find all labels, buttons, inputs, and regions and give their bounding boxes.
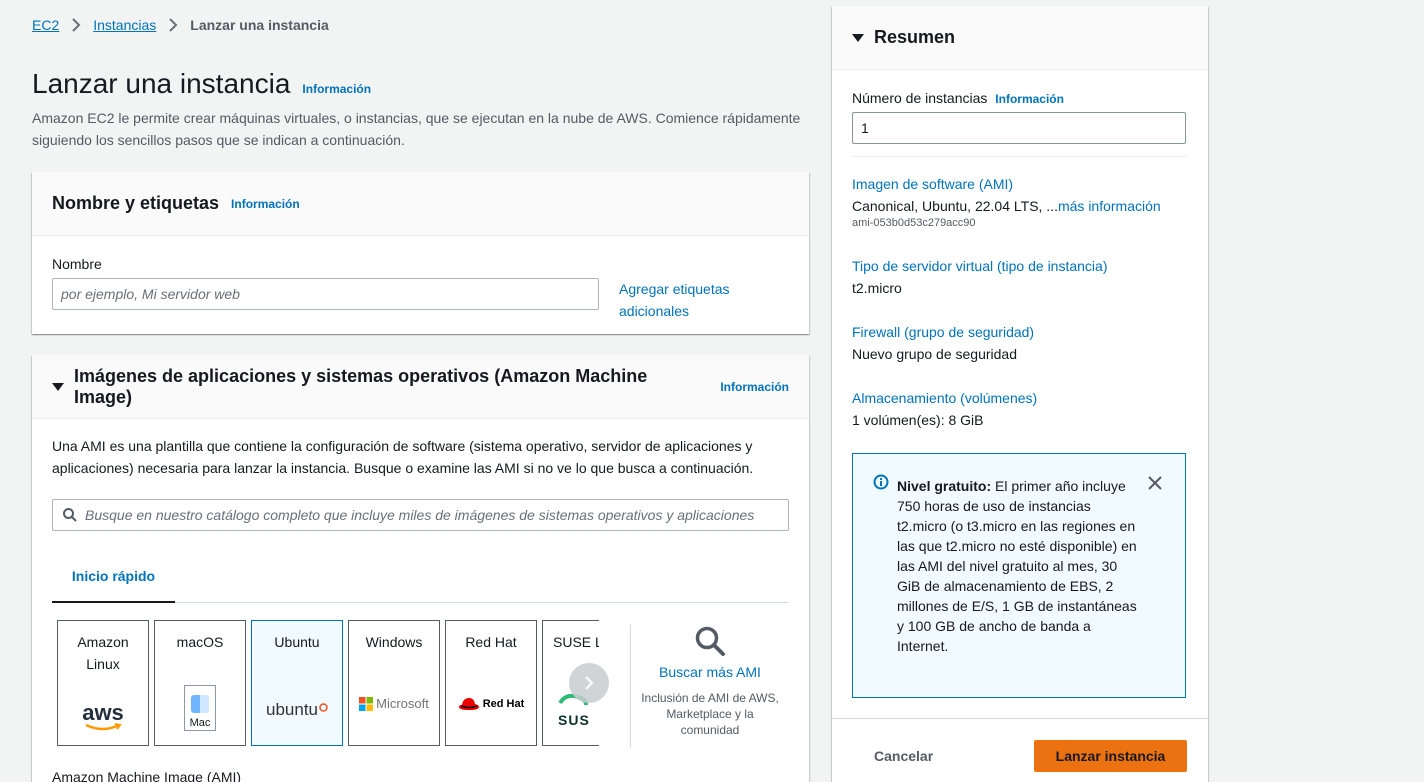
ami-description: Una AMI es una plantilla que contiene la…: [52, 438, 754, 476]
search-icon: [63, 508, 77, 522]
cancel-button[interactable]: Cancelar: [874, 748, 933, 764]
summary-ami-value-text: Canonical, Ubuntu, 22.04 LTS, ...: [852, 198, 1058, 214]
redhat-logo-icon: Red Hat: [446, 693, 536, 715]
browse-more-ami-link[interactable]: Buscar más AMI: [640, 664, 780, 680]
chevron-right-icon: [584, 675, 594, 691]
page-title-text: Lanzar una instancia: [32, 68, 291, 99]
ami-panel-header[interactable]: Imágenes de aplicaciones y sistemas oper…: [32, 355, 809, 419]
divider: [630, 625, 631, 747]
name-input[interactable]: por ejemplo, Mi servidor web: [52, 278, 599, 310]
free-tier-bold: Nivel gratuito:: [897, 478, 992, 494]
os-card-label: Red Hat: [465, 634, 517, 650]
summary-title: Resumen: [874, 27, 956, 47]
summary-header[interactable]: Resumen: [832, 6, 1208, 70]
close-icon[interactable]: [1148, 476, 1162, 490]
chevron-right-icon: [168, 18, 178, 32]
name-label: Nombre: [52, 256, 102, 272]
page-title: Lanzar una instancia Información: [32, 68, 371, 100]
summary-ami-value: Canonical, Ubuntu, 22.04 LTS, ...más inf…: [852, 198, 1192, 214]
summary-storage-link[interactable]: Almacenamiento (volúmenes): [852, 390, 1037, 406]
os-card-label: Amazon Linux: [77, 634, 129, 672]
ami-search-input[interactable]: Busque en nuestro catálogo completo que …: [52, 499, 789, 531]
os-card-label: Windows: [365, 634, 423, 650]
instances-info-link[interactable]: Información: [995, 92, 1064, 106]
summary-instance-type: Tipo de servidor virtual (tipo de instan…: [852, 258, 1108, 296]
caret-down-icon: [852, 33, 864, 42]
os-card-redhat[interactable]: Red Hat Red Hat: [445, 620, 537, 746]
divider: [852, 156, 1186, 157]
breadcrumb-instances-link[interactable]: Instancias: [93, 17, 156, 33]
free-tier-alert: Nivel gratuito: El primer año incluye 75…: [852, 453, 1186, 698]
instances-count-label: Número de instancias Información: [852, 90, 1064, 106]
launch-instance-button[interactable]: Lanzar instancia: [1034, 740, 1187, 772]
os-card-label: SUSE Li: [553, 634, 599, 650]
aws-logo-icon: aws: [58, 702, 148, 731]
summary-instance-type-link[interactable]: Tipo de servidor virtual (tipo de instan…: [852, 258, 1108, 274]
summary-firewall-link[interactable]: Firewall (grupo de seguridad): [852, 324, 1034, 340]
mac-finder-icon: Mac: [155, 685, 245, 731]
ami-tabs: Inicio rápido: [52, 551, 789, 603]
chevron-right-icon: [71, 18, 81, 32]
summary-ami-link[interactable]: Imagen de software (AMI): [852, 176, 1192, 192]
os-card-label: macOS: [176, 634, 224, 650]
summary-ami: Imagen de software (AMI) Canonical, Ubun…: [852, 176, 1192, 229]
carousel-next-button[interactable]: [569, 663, 609, 703]
summary-firewall: Firewall (grupo de seguridad) Nuevo grup…: [852, 324, 1034, 362]
name-panel-header: Nombre y etiquetas Información: [32, 172, 809, 236]
summary-storage-value: 1 volúmen(es): 8 GiB: [852, 412, 984, 428]
ami-panel-title: Imágenes de aplicaciones y sistemas oper…: [74, 365, 648, 407]
os-card-windows[interactable]: Windows Microsoft: [348, 620, 440, 746]
browse-more-ami[interactable]: Buscar más AMI Inclusión de AMI de AWS, …: [640, 625, 780, 738]
page-description: Amazon EC2 le permite crear máquinas vir…: [32, 110, 801, 148]
ami-search-placeholder: Busque en nuestro catálogo completo que …: [85, 507, 755, 523]
name-input-placeholder: por ejemplo, Mi servidor web: [61, 286, 240, 302]
search-icon: [694, 625, 726, 657]
ubuntu-logo-icon: ubuntu: [252, 699, 342, 721]
microsoft-logo-icon: Microsoft: [349, 693, 439, 715]
instances-count-label-text: Número de instancias: [852, 90, 988, 106]
ami-panel: Imágenes de aplicaciones y sistemas oper…: [32, 355, 809, 782]
os-card-amazon-linux[interactable]: Amazon Linux aws: [57, 620, 149, 746]
instances-count-input[interactable]: 1: [852, 112, 1186, 144]
name-and-tags-panel: Nombre y etiquetas Información Nombre po…: [32, 172, 809, 334]
breadcrumb-ec2-link[interactable]: EC2: [32, 17, 59, 33]
divider: [832, 718, 1208, 719]
browse-more-ami-description: Inclusión de AMI de AWS, Marketplace y l…: [641, 691, 779, 737]
name-panel-title: Nombre y etiquetas: [52, 193, 220, 213]
summary-firewall-value: Nuevo grupo de seguridad: [852, 346, 1018, 362]
name-info-link[interactable]: Información: [231, 197, 300, 211]
summary-panel: Resumen Número de instancias Información…: [832, 6, 1208, 782]
summary-ami-id: ami-053b0d53c279acc90: [852, 217, 976, 229]
ami-more-info-link[interactable]: más información: [1058, 198, 1161, 214]
info-circle-icon: [873, 474, 889, 490]
os-card-ubuntu[interactable]: Ubuntu ubuntu: [251, 620, 343, 746]
summary-instance-type-value: t2.micro: [852, 280, 902, 296]
breadcrumb-current: Lanzar una instancia: [190, 17, 329, 33]
ami-label: Amazon Machine Image (AMI): [52, 769, 242, 782]
free-tier-text: Nivel gratuito: El primer año incluye 75…: [897, 476, 1137, 656]
page-info-link[interactable]: Información: [302, 82, 371, 96]
instances-count-value: 1: [861, 120, 869, 136]
tab-quickstart[interactable]: Inicio rápido: [52, 551, 175, 603]
summary-storage: Almacenamiento (volúmenes) 1 volúmen(es)…: [852, 390, 1037, 428]
os-card-macos[interactable]: macOS Mac: [154, 620, 246, 746]
ami-info-link[interactable]: Información: [720, 380, 789, 394]
os-card-label: Ubuntu: [274, 634, 320, 650]
add-tags-link[interactable]: Agregar etiquetas adicionales: [619, 278, 759, 322]
free-tier-body: El primer año incluye 750 horas de uso d…: [897, 478, 1137, 654]
breadcrumb: EC2 Instancias Lanzar una instancia: [32, 17, 329, 33]
caret-down-icon: [52, 382, 64, 391]
